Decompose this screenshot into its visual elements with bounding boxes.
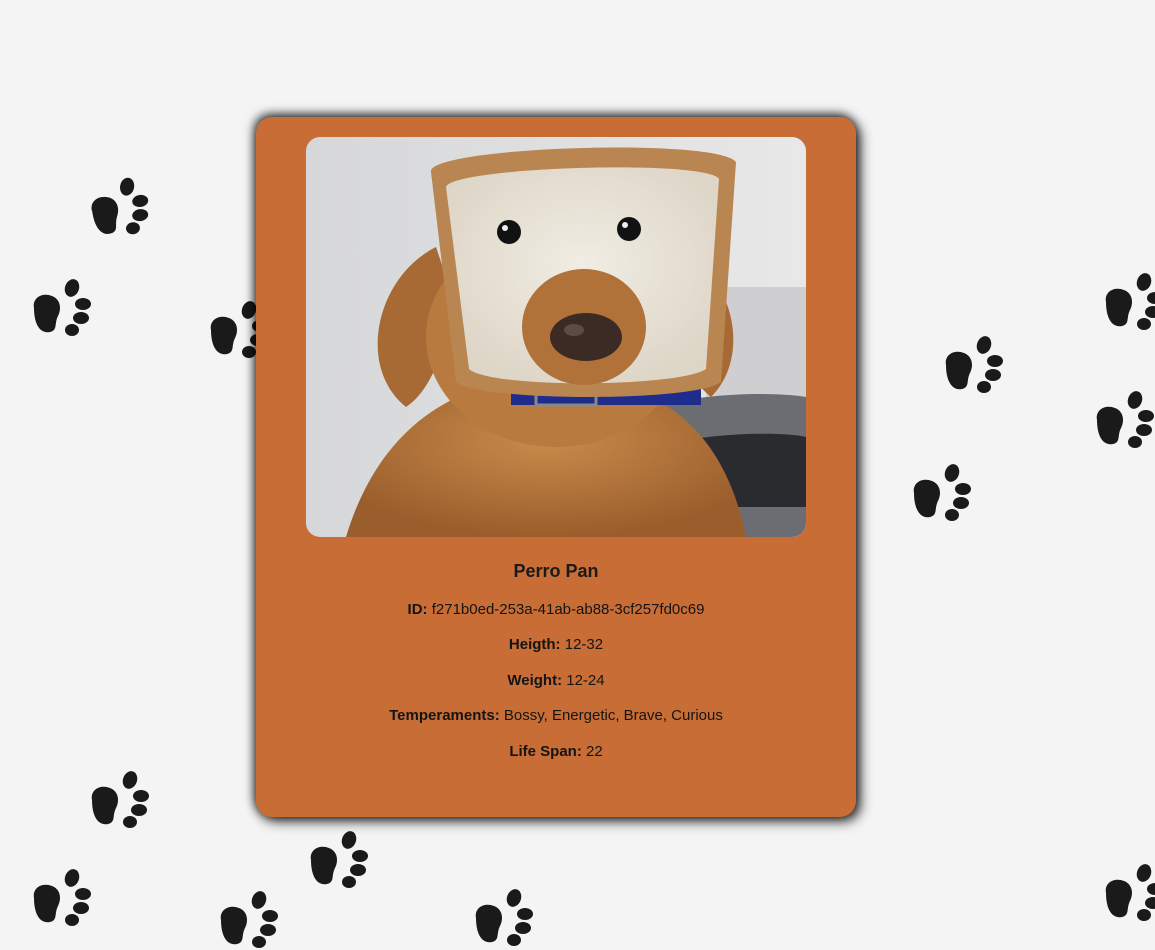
dog-photo <box>306 137 806 537</box>
paw-print-icon <box>215 890 281 950</box>
breed-id-value: f271b0ed-253a-41ab-ab88-3cf257fd0c69 <box>431 601 705 618</box>
breed-name: Perro Pan <box>513 561 599 581</box>
paw-print-icon <box>86 770 152 830</box>
breed-detail-card: Perro Pan ID: f271b0ed-253a-41ab-ab88-3c… <box>256 117 856 817</box>
breed-life-span-value: 22 <box>586 743 603 760</box>
paw-print-icon <box>28 278 94 338</box>
breed-weight-value: 12-24 <box>566 672 605 689</box>
paw-print-icon <box>1091 390 1155 450</box>
paw-print-icon <box>908 463 974 523</box>
breed-height-value: 12-32 <box>564 636 604 653</box>
breed-height: Heigth: 12-32 <box>256 636 856 653</box>
paw-print-icon <box>28 868 94 928</box>
breed-life-span: Life Span: 22 <box>256 743 856 760</box>
breed-id-label: ID: <box>407 601 428 618</box>
breed-height-label: Heigth: <box>508 636 561 653</box>
breed-temperaments-value: Bossy, Energetic, Brave, Curious <box>503 707 723 724</box>
paw-print-icon <box>82 174 156 243</box>
paw-print-icon <box>470 888 536 948</box>
breed-weight-label: Weight: <box>507 672 563 689</box>
breed-id: ID: f271b0ed-253a-41ab-ab88-3cf257fd0c69 <box>256 601 856 618</box>
breed-temperaments-label: Temperaments: <box>389 707 500 724</box>
paw-print-icon <box>1100 863 1155 923</box>
breed-weight: Weight: 12-24 <box>256 672 856 689</box>
breed-life-span-label: Life Span: <box>509 743 582 760</box>
paw-print-icon <box>940 335 1006 395</box>
paw-print-icon <box>305 830 371 890</box>
paw-print-icon <box>1100 272 1155 332</box>
breed-temperaments: Temperaments: Bossy, Energetic, Brave, C… <box>256 707 856 724</box>
